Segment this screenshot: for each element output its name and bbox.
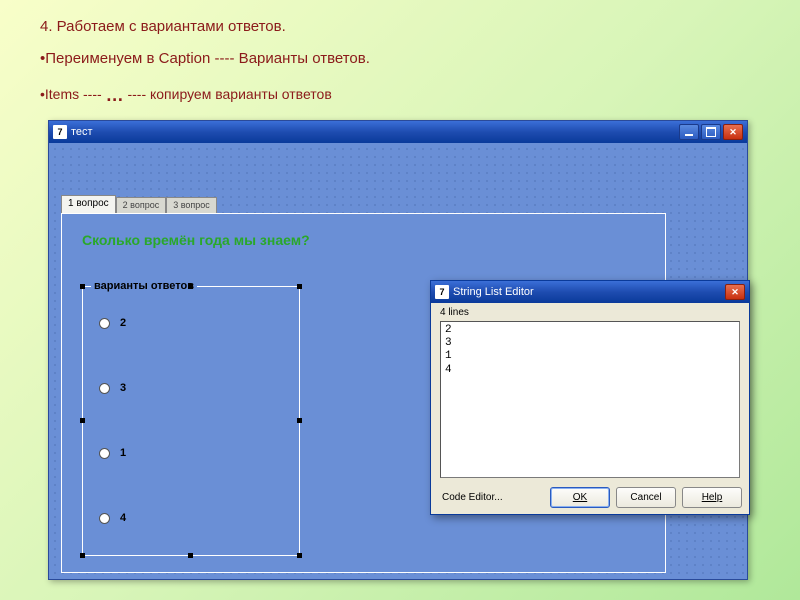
maximize-button[interactable]: [701, 124, 721, 140]
ok-label: OK: [573, 492, 587, 503]
radiogroup-answers[interactable]: варианты ответов 2: [82, 286, 300, 556]
close-button[interactable]: [723, 124, 743, 140]
sle-titlebar[interactable]: 7 String List Editor: [431, 281, 749, 303]
selection-handle[interactable]: [80, 553, 85, 558]
radio-icon: [99, 513, 110, 524]
instruction-line-3b: ---- копируем варианты ответов: [124, 86, 332, 102]
minimize-button[interactable]: [679, 124, 699, 140]
code-editor-button[interactable]: Code Editor...: [438, 489, 507, 506]
selection-handle[interactable]: [80, 284, 85, 289]
radiogroup-caption: варианты ответов: [91, 280, 197, 292]
sle-line-count: 4 lines: [440, 307, 469, 318]
sle-body: 4 lines 2 3 1 4: [434, 305, 746, 482]
help-button[interactable]: Help: [682, 487, 742, 508]
question-label[interactable]: Сколько времён года мы знаем?: [82, 232, 310, 248]
radio-label: 2: [120, 317, 126, 329]
radio-option-3[interactable]: 1: [99, 447, 126, 459]
selection-handle[interactable]: [188, 553, 193, 558]
tab-2[interactable]: 2 вопрос: [116, 197, 167, 213]
selection-handle[interactable]: [297, 553, 302, 558]
instruction-line-3a: •Items ----: [40, 86, 106, 102]
radio-option-1[interactable]: 2: [99, 317, 126, 329]
main-titlebar[interactable]: 7 тест: [49, 121, 747, 143]
tab-1[interactable]: 1 вопрос: [61, 195, 116, 213]
radio-label: 4: [120, 512, 126, 524]
sle-close-button[interactable]: [725, 284, 745, 300]
radio-option-2[interactable]: 3: [99, 382, 126, 394]
radio-icon: [99, 383, 110, 394]
instruction-line-1: 4. Работаем с вариантами ответов.: [40, 18, 286, 35]
sle-footer: Code Editor... OK Cancel Help: [434, 484, 746, 510]
radio-option-4[interactable]: 4: [99, 512, 126, 524]
string-list-editor-dialog[interactable]: 7 String List Editor 4 lines 2 3 1 4 Cod…: [430, 280, 750, 515]
sle-title: String List Editor: [453, 286, 534, 298]
tab-3[interactable]: 3 вопрос: [166, 197, 217, 213]
cancel-button[interactable]: Cancel: [616, 487, 676, 508]
radio-icon: [99, 318, 110, 329]
radio-icon: [99, 448, 110, 459]
tab-row: 1 вопрос 2 вопрос 3 вопрос: [61, 195, 666, 213]
instruction-line-2: •Переименуем в Caption ---- Варианты отв…: [40, 50, 370, 67]
main-window-title: тест: [71, 126, 93, 138]
selection-handle[interactable]: [297, 284, 302, 289]
ok-button[interactable]: OK: [550, 487, 610, 508]
instruction-line-3: •Items ---- … ---- копируем варианты отв…: [40, 85, 332, 106]
help-label: Help: [702, 492, 723, 503]
selection-handle[interactable]: [297, 418, 302, 423]
app-icon: 7: [435, 285, 449, 299]
ellipsis: …: [106, 85, 124, 105]
selection-handle[interactable]: [80, 418, 85, 423]
radio-label: 3: [120, 382, 126, 394]
radio-label: 1: [120, 447, 126, 459]
sle-textarea[interactable]: 2 3 1 4: [440, 321, 740, 478]
app-icon: 7: [53, 125, 67, 139]
selection-handle[interactable]: [188, 284, 193, 289]
